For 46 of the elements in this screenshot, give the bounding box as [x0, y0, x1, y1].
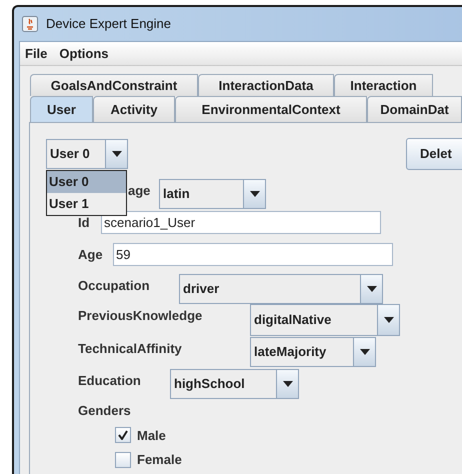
dropdown[interactable]: digitalNative [250, 304, 400, 336]
tab[interactable]: InteractionData [198, 74, 334, 96]
field-label: Age [78, 246, 104, 264]
dropdown-arrow-button[interactable] [243, 180, 265, 208]
dropdown-arrow-button[interactable] [353, 338, 375, 366]
input-field[interactable]: 59 [113, 243, 393, 266]
dropdown[interactable]: lateMajority [250, 337, 376, 367]
checkbox-label: Male [137, 426, 166, 444]
checkbox[interactable] [115, 427, 131, 444]
window-title: Device Expert Engine [46, 15, 172, 34]
checkbox[interactable] [115, 452, 131, 468]
tab[interactable]: Activity [93, 96, 175, 122]
menu-item[interactable]: File [25, 44, 48, 64]
tab[interactable]: Interaction [334, 74, 433, 96]
field-label: Occupation [78, 277, 151, 295]
section-label: Genders [78, 402, 132, 420]
checkbox-label: Female [137, 451, 182, 469]
dropdown[interactable]: latin [159, 179, 266, 209]
app-icon [22, 16, 38, 32]
dropdown-arrow-button[interactable] [360, 275, 382, 303]
menu-item[interactable]: Options [59, 44, 109, 64]
delete-button[interactable]: Delet [406, 138, 462, 170]
dropdown-arrow-button[interactable] [105, 140, 127, 168]
user-dropdown[interactable]: User 0 [46, 139, 128, 169]
caret-icon [112, 151, 122, 157]
field-label: age [128, 182, 152, 200]
field-label: PreviousKnowledge [78, 307, 204, 325]
checkmark-icon [118, 430, 128, 440]
caret-icon [360, 349, 370, 355]
dropdown-arrow-button[interactable] [377, 305, 399, 335]
tab[interactable]: GoalsAndConstraint [30, 74, 198, 96]
tab[interactable]: User [30, 96, 93, 122]
caret-icon [282, 381, 292, 387]
tab[interactable]: EnvironmentalContext [175, 96, 367, 122]
field-label: Education [78, 372, 142, 390]
tab[interactable]: DomainDat [367, 96, 462, 122]
caret-icon [366, 286, 376, 292]
dropdown[interactable]: highSchool [170, 369, 299, 399]
dropdown-arrow-button[interactable] [276, 370, 298, 398]
caret-icon [250, 191, 260, 197]
field-label: TechnicalAffinity [78, 340, 183, 358]
caret-icon [384, 317, 394, 323]
input-field[interactable]: scenario1_User [101, 211, 381, 234]
field-label: Id [78, 214, 91, 232]
dropdown-option[interactable]: User 0 [47, 171, 126, 193]
dropdown[interactable]: driver [179, 274, 383, 304]
